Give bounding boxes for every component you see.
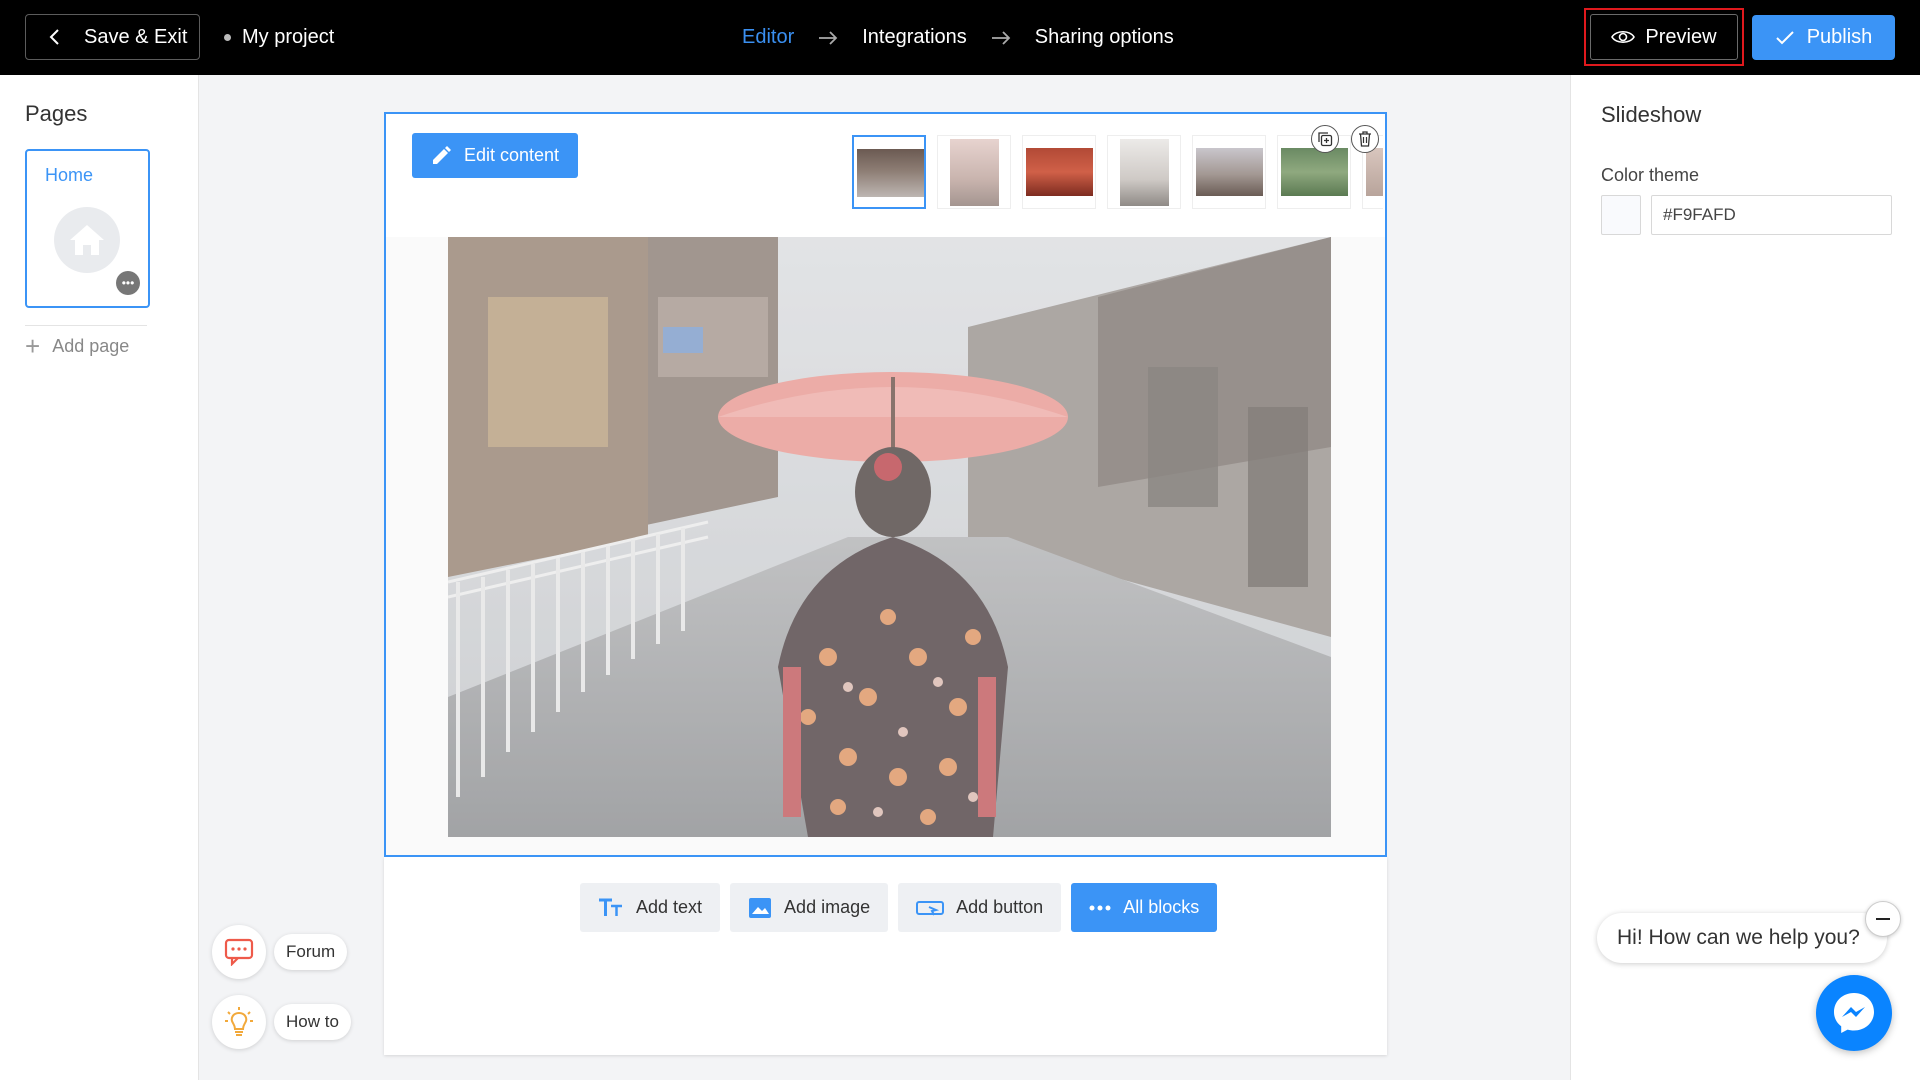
check-icon	[1775, 30, 1794, 44]
thumbnail-image	[1281, 148, 1348, 196]
pencil-icon	[433, 145, 451, 164]
slide-thumbnail[interactable]	[1022, 135, 1096, 209]
pages-title: Pages	[25, 101, 88, 126]
thumbnail-image	[1196, 148, 1263, 196]
button-icon	[916, 900, 945, 915]
slideshow-stage	[386, 237, 1385, 855]
forum-button[interactable]	[212, 925, 266, 979]
more-dots-icon	[1089, 905, 1111, 910]
street-scene-image	[448, 237, 1331, 837]
add-image-button[interactable]: Add image	[730, 883, 889, 932]
chat-greeting-bubble[interactable]: Hi! How can we help you?	[1597, 913, 1887, 963]
preview-label: Preview	[1645, 25, 1717, 48]
add-text-label: Add text	[636, 897, 703, 917]
slide-thumbnail[interactable]	[852, 135, 926, 209]
all-blocks-button[interactable]: All blocks	[1071, 883, 1218, 932]
top-bar: Save & Exit My project Editor Integratio…	[0, 0, 1920, 75]
page-card-label: Home	[45, 165, 94, 185]
add-page-label: Add page	[52, 335, 130, 356]
thumbnail-image	[857, 149, 924, 197]
thumbnail-image	[1366, 148, 1383, 196]
settings-title: Slideshow	[1601, 102, 1702, 127]
trash-icon	[1359, 131, 1371, 147]
add-button-label: Add button	[956, 897, 1044, 917]
color-theme-label: Color theme	[1601, 165, 1700, 185]
save-exit-button[interactable]: Save & Exit	[25, 14, 200, 60]
chevron-left-icon	[49, 29, 59, 45]
step-integrations[interactable]: Integrations	[862, 26, 967, 49]
all-blocks-label: All blocks	[1123, 897, 1200, 917]
preview-highlight: Preview	[1584, 8, 1744, 66]
how-to-widget: How to	[212, 995, 351, 1049]
duplicate-icon	[1318, 132, 1333, 147]
duplicate-block-button[interactable]	[1311, 125, 1339, 153]
unsaved-dot-icon	[224, 34, 231, 41]
step-editor[interactable]: Editor	[742, 26, 794, 49]
chat-greeting-text: Hi! How can we help you?	[1617, 926, 1860, 949]
forum-widget: Forum	[212, 925, 348, 979]
arrow-right-icon	[819, 30, 838, 45]
color-theme-swatch[interactable]	[1601, 195, 1641, 235]
minus-icon	[1876, 918, 1890, 920]
home-icon	[54, 207, 120, 273]
how-to-label[interactable]: How to	[274, 1004, 351, 1040]
minimize-chat-button[interactable]	[1865, 901, 1901, 937]
slideshow-block[interactable]: Edit content	[384, 112, 1387, 857]
thumbnail-image	[1026, 148, 1093, 196]
add-page-button[interactable]: + Add page	[25, 333, 129, 359]
messenger-icon	[1834, 993, 1874, 1033]
project-name-label: My project	[242, 26, 335, 48]
chat-icon	[224, 938, 254, 966]
lightbulb-icon	[225, 1007, 253, 1036]
edit-content-button[interactable]: Edit content	[412, 133, 578, 178]
thumbnail-image	[1120, 139, 1169, 206]
settings-panel: Slideshow Color theme Hi! How can we hel…	[1570, 75, 1920, 1080]
divider	[25, 325, 147, 326]
slide-thumbnail[interactable]	[1192, 135, 1266, 209]
text-icon	[599, 898, 622, 916]
color-theme-input[interactable]	[1651, 195, 1892, 235]
how-to-button[interactable]	[212, 995, 266, 1049]
add-text-button[interactable]: Add text	[580, 883, 721, 932]
slide-thumbnail[interactable]	[937, 135, 1011, 209]
forum-label[interactable]: Forum	[274, 934, 348, 970]
add-image-label: Add image	[784, 897, 871, 917]
edit-content-label: Edit content	[464, 145, 560, 165]
image-icon	[749, 897, 772, 918]
publish-button[interactable]: Publish	[1752, 15, 1895, 60]
add-block-toolbar: Add text Add image Add button All blocks	[580, 883, 1218, 932]
publish-label: Publish	[1806, 26, 1873, 48]
page-card-home[interactable]: Home •••	[25, 149, 150, 308]
step-sharing-options[interactable]: Sharing options	[1035, 26, 1174, 49]
messenger-chat-button[interactable]	[1816, 975, 1892, 1051]
project-name: My project	[224, 26, 334, 49]
workflow-steps: Editor Integrations Sharing options	[742, 26, 1174, 49]
eye-icon	[1611, 30, 1636, 44]
pages-panel: Pages Home ••• + Add page	[0, 75, 199, 1080]
arrow-right-icon	[991, 30, 1011, 45]
more-options-icon[interactable]: •••	[116, 271, 140, 295]
plus-icon: +	[25, 331, 41, 361]
thumbnail-image	[950, 139, 999, 206]
slide-thumbnails	[852, 135, 1383, 209]
slide-thumbnail[interactable]	[1107, 135, 1181, 209]
preview-button[interactable]: Preview	[1590, 14, 1738, 60]
add-button-button[interactable]: Add button	[898, 883, 1062, 932]
delete-block-button[interactable]	[1351, 125, 1379, 153]
save-exit-label: Save & Exit	[84, 25, 188, 48]
slide-image[interactable]	[448, 237, 1331, 837]
